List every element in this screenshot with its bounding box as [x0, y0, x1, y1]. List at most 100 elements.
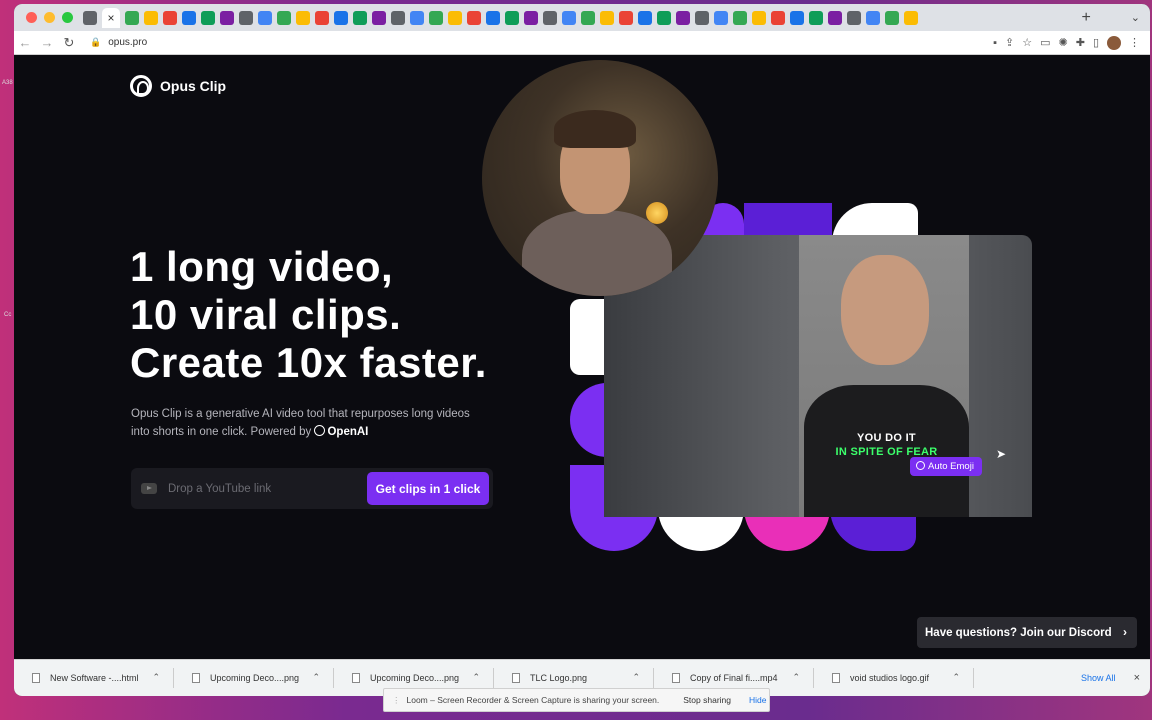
hero-headline: 1 long video, 10 viral clips. Create 10x…: [130, 243, 487, 387]
show-all-downloads-link[interactable]: Show All: [1081, 673, 1116, 683]
app-icon[interactable]: [847, 10, 861, 25]
doc-icon[interactable]: [372, 10, 386, 25]
facebook-icon[interactable]: [467, 10, 481, 25]
doc-icon[interactable]: [315, 10, 329, 25]
app-icon[interactable]: [714, 10, 728, 25]
meta-icon[interactable]: [486, 10, 500, 25]
doc-icon[interactable]: [334, 10, 348, 25]
sidebar-icon[interactable]: ▯: [1093, 36, 1099, 49]
chevron-up-icon[interactable]: ⌃: [792, 672, 800, 683]
download-item[interactable]: Upcoming Deco....png ⌃: [174, 666, 334, 690]
address-bar[interactable]: 🔒 opus.pro: [86, 33, 985, 53]
download-item[interactable]: void studios logo.gif ⌃: [814, 666, 974, 690]
get-clips-button[interactable]: Get clips in 1 click: [367, 472, 489, 505]
app-icon[interactable]: [543, 10, 557, 25]
presenter-hair: [554, 110, 636, 148]
doc-icon[interactable]: [201, 10, 215, 25]
app-icon[interactable]: [733, 10, 747, 25]
download-item[interactable]: New Software -....html ⌃: [14, 666, 174, 690]
download-filename: New Software -....html: [50, 673, 139, 683]
youtube-link-input[interactable]: [168, 482, 358, 495]
reload-button[interactable]: ↻: [58, 35, 80, 51]
app-icon[interactable]: [771, 10, 785, 25]
file-icon: [352, 673, 360, 683]
doc-icon[interactable]: [296, 10, 310, 25]
video-caption: YOU DO IT IN SPITE OF FEAR: [804, 431, 969, 459]
download-item[interactable]: Upcoming Deco....png ⌃: [334, 666, 494, 690]
close-tab-icon[interactable]: ×: [102, 7, 120, 28]
close-downloads-icon[interactable]: ×: [1134, 672, 1140, 684]
doc-icon[interactable]: [391, 10, 405, 25]
globe-icon[interactable]: [448, 10, 462, 25]
share-icon[interactable]: ⇪: [1005, 36, 1014, 49]
globe-icon[interactable]: [562, 10, 576, 25]
sheets-icon[interactable]: [239, 10, 253, 25]
chevron-up-icon[interactable]: ⌃: [632, 672, 640, 683]
chrome-icon[interactable]: [638, 10, 652, 25]
app-icon[interactable]: [790, 10, 804, 25]
doc-icon[interactable]: [144, 10, 158, 25]
file-icon: [192, 673, 200, 683]
download-item[interactable]: TLC Logo.png ⌃: [494, 666, 654, 690]
caption-line-1: YOU DO IT: [857, 432, 916, 444]
photo-icon[interactable]: [163, 10, 177, 25]
app-icon[interactable]: [600, 10, 614, 25]
new-tab-button[interactable]: +: [1081, 9, 1090, 27]
docs-icon[interactable]: [182, 10, 196, 25]
back-icon[interactable]: [429, 10, 443, 25]
mouse-cursor-icon: ➤: [996, 447, 1007, 461]
camera-icon[interactable]: ▪: [993, 37, 997, 49]
chevron-up-icon[interactable]: ⌃: [472, 672, 480, 683]
linkedin-icon[interactable]: [524, 10, 538, 25]
doc-icon[interactable]: [353, 10, 367, 25]
tab-search-button[interactable]: ⌄: [1131, 11, 1140, 24]
minimize-window-button[interactable]: [44, 12, 55, 23]
close-window-button[interactable]: [26, 12, 37, 23]
discord-button[interactable]: Have questions? Join our Discord ›: [917, 617, 1137, 648]
download-filename: TLC Logo.png: [530, 673, 588, 683]
drive-icon[interactable]: [220, 10, 234, 25]
drive-icon[interactable]: [258, 10, 272, 25]
chevron-up-icon[interactable]: ⌃: [152, 672, 160, 683]
app-icon[interactable]: [657, 10, 671, 25]
drag-handle-icon[interactable]: ⋮: [392, 695, 401, 706]
opus-logo-icon: [130, 75, 152, 97]
openai-badge: OpenAI: [314, 425, 368, 438]
chevron-up-icon[interactable]: ⌃: [952, 672, 960, 683]
extension-icon[interactable]: ✺: [1059, 36, 1068, 49]
hide-banner-button[interactable]: Hide: [749, 695, 766, 705]
chevron-up-icon[interactable]: ⌃: [312, 672, 320, 683]
globe-icon[interactable]: [505, 10, 519, 25]
chevron-right-icon: ›: [1123, 625, 1127, 639]
app-icon[interactable]: [866, 10, 880, 25]
forward-button[interactable]: →: [36, 35, 58, 50]
brand-name: Opus Clip: [160, 78, 227, 94]
back-button[interactable]: ←: [14, 35, 36, 50]
app-icon[interactable]: [752, 10, 766, 25]
app-icon[interactable]: [828, 10, 842, 25]
app-icon[interactable]: [619, 10, 633, 25]
extension-icons: ▪ ⇪ ☆ ▭ ✺ ✚ ▯ ⋮: [993, 35, 1140, 50]
app-icon[interactable]: [695, 10, 709, 25]
url-text: opus.pro: [108, 37, 148, 48]
chat-icon[interactable]: [83, 10, 97, 25]
puzzle-icon[interactable]: ✚: [1076, 36, 1085, 49]
app-icon[interactable]: [581, 10, 595, 25]
maximize-window-button[interactable]: [62, 12, 73, 23]
app-icon[interactable]: [410, 10, 424, 25]
download-filename: void studios logo.gif: [850, 673, 930, 683]
profile-avatar[interactable]: [1107, 35, 1121, 50]
doc-icon[interactable]: [125, 10, 139, 25]
stop-sharing-button[interactable]: Stop sharing: [677, 693, 737, 707]
bookmark-star-icon[interactable]: ☆: [1022, 36, 1032, 49]
extension-icon[interactable]: ▭: [1040, 36, 1050, 49]
app-icon[interactable]: [885, 10, 899, 25]
slides-icon[interactable]: [277, 10, 291, 25]
app-icon[interactable]: [809, 10, 823, 25]
app-icon[interactable]: [904, 10, 918, 25]
menu-icon[interactable]: ⋮: [1129, 36, 1140, 49]
download-item[interactable]: Copy of Final fi....mp4 ⌃: [654, 666, 814, 690]
brand-logo[interactable]: Opus Clip: [130, 75, 226, 97]
presenter-webcam-bubble[interactable]: [482, 60, 718, 296]
app-icon[interactable]: [676, 10, 690, 25]
